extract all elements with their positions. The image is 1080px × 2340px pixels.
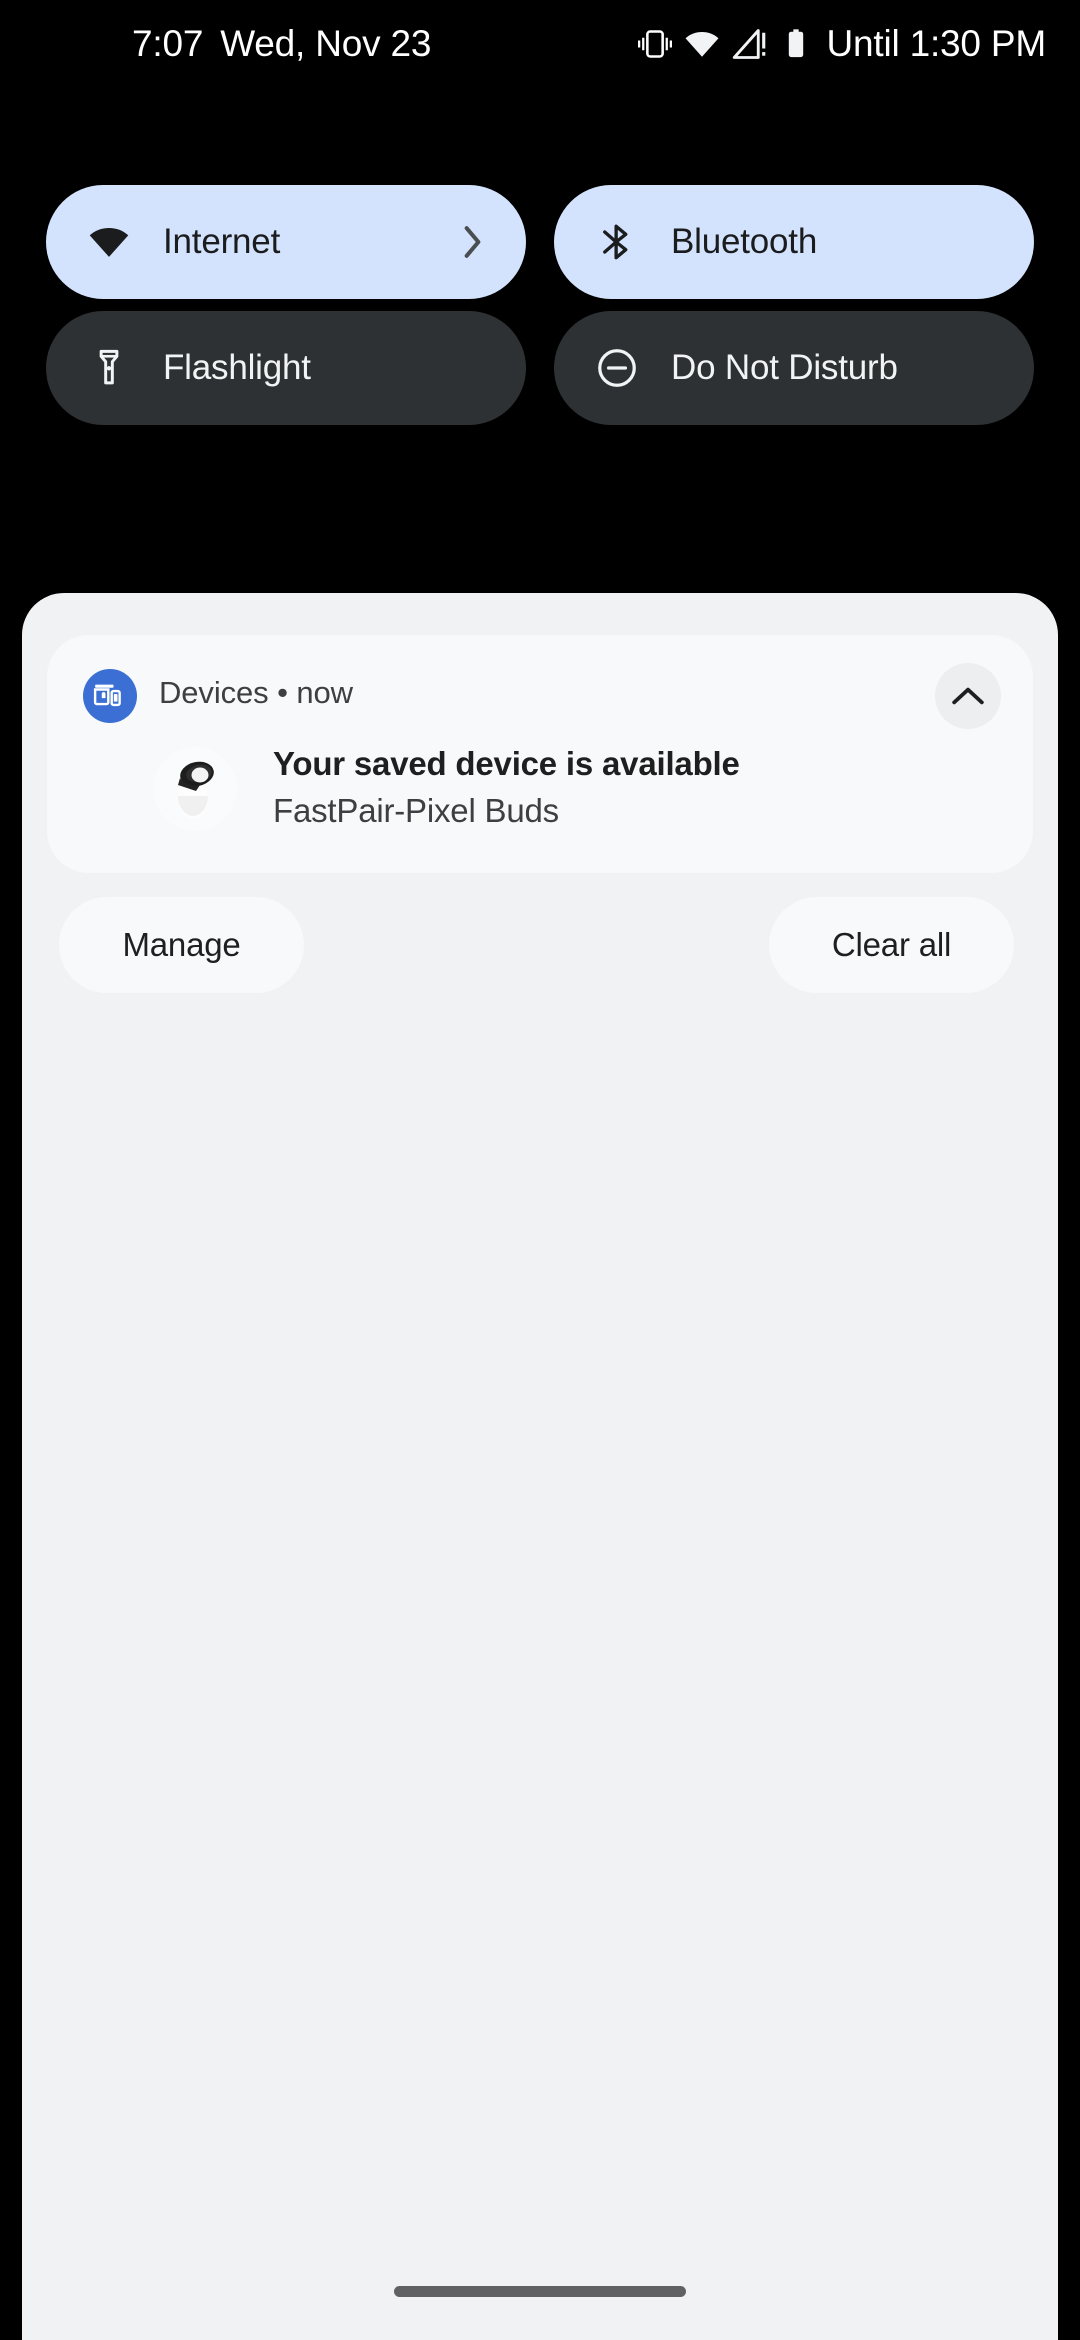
qs-tile-flashlight[interactable]: Flashlight [46, 311, 526, 425]
qs-tile-label-flashlight: Flashlight [163, 348, 311, 387]
status-bar-left: 7:07 Wed, Nov 23 [132, 0, 431, 88]
no-signal-alert-icon [732, 26, 768, 62]
devices-cast-icon [83, 669, 137, 723]
quick-settings-row-1: Internet Bluetooth [46, 185, 1034, 299]
vibrate-icon [637, 27, 672, 61]
wifi-icon [87, 220, 131, 264]
notification-shade: Devices • now Your saved device is avail… [22, 593, 1058, 2340]
notification-text-block: Your saved device is available FastPair-… [273, 741, 740, 835]
bluetooth-icon [595, 220, 639, 264]
android-notification-shade-screen: 7:07 Wed, Nov 23 Until 1:30 PM Internet … [0, 0, 1080, 2340]
chevron-right-icon[interactable] [460, 224, 484, 260]
qs-tile-label-bluetooth: Bluetooth [671, 222, 818, 261]
battery-full-icon [780, 28, 812, 60]
notification-header: Devices • now [47, 635, 1033, 751]
status-clock: 7:07 [132, 23, 204, 64]
manage-button[interactable]: Manage [59, 897, 304, 993]
quick-settings-panel: Internet Bluetooth Flashlight Do Not Dis… [0, 88, 1080, 593]
status-date: Wed, Nov 23 [220, 23, 432, 64]
qs-tile-do-not-disturb[interactable]: Do Not Disturb [554, 311, 1034, 425]
notification-app-meta: Devices • now [159, 675, 353, 710]
qs-tile-label-do-not-disturb: Do Not Disturb [671, 348, 898, 387]
chevron-up-icon [951, 685, 985, 707]
status-bar-right: Until 1:30 PM [637, 0, 1047, 88]
qs-tile-bluetooth[interactable]: Bluetooth [554, 185, 1034, 299]
dnd-until-text: Until 1:30 PM [826, 23, 1047, 64]
notification-subtitle: FastPair-Pixel Buds [273, 792, 559, 829]
notification-collapse-button[interactable] [935, 663, 1001, 729]
pixel-buds-earbud-image [153, 747, 237, 831]
status-bar: 7:07 Wed, Nov 23 Until 1:30 PM [0, 0, 1080, 88]
flashlight-icon [87, 346, 131, 390]
quick-settings-row-2: Flashlight Do Not Disturb [46, 311, 1034, 425]
notification-body: Your saved device is available FastPair-… [47, 741, 1033, 873]
notification-title: Your saved device is available [273, 745, 740, 782]
clear-all-button[interactable]: Clear all [769, 897, 1014, 993]
qs-tile-label-internet: Internet [163, 222, 281, 261]
shade-footer: Manage Clear all [22, 897, 1058, 993]
qs-tile-internet[interactable]: Internet [46, 185, 526, 299]
wifi-icon [684, 26, 720, 62]
do-not-disturb-icon [595, 346, 639, 390]
notification-card-devices[interactable]: Devices • now Your saved device is avail… [47, 635, 1033, 873]
gesture-home-handle[interactable] [394, 2286, 686, 2297]
